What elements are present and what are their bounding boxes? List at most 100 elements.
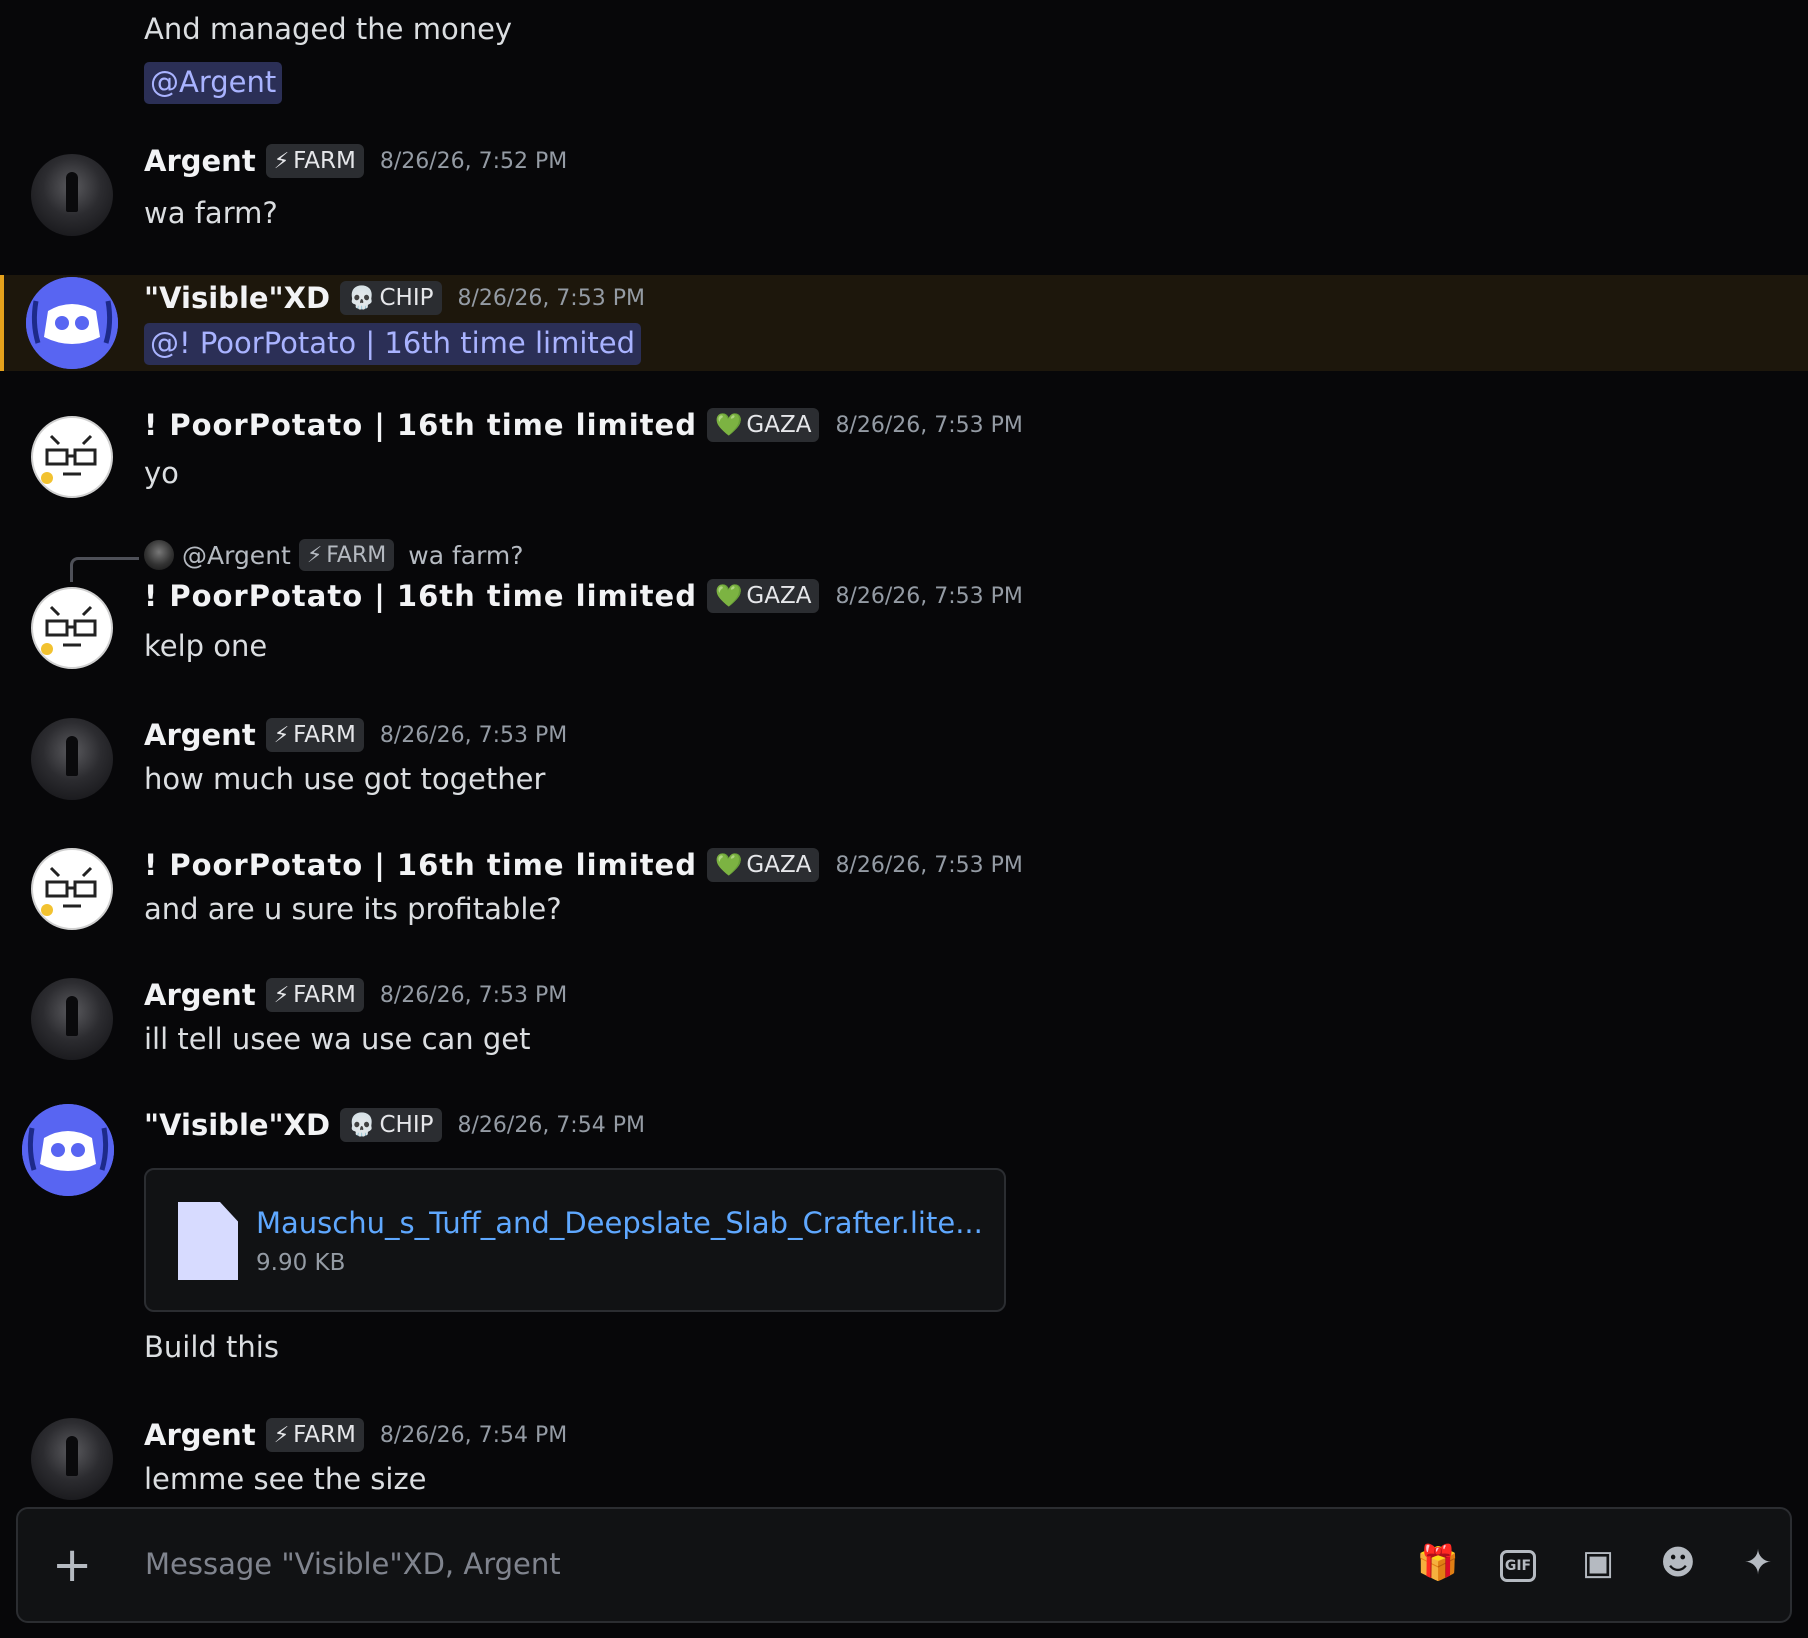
message-header: ! PoorPotato | 16th time limited 💚 GAZA 8… (144, 848, 1023, 882)
message-header: ! PoorPotato | 16th time limited 💚 GAZA 8… (144, 408, 1023, 442)
message-composer: + Message "Visible"XD, Argent 🎁 GIF ▣ ☻ … (16, 1507, 1792, 1623)
avatar[interactable] (31, 848, 113, 930)
clan-tag[interactable]: 💀 CHIP (340, 1108, 442, 1142)
username[interactable]: Argent (144, 978, 256, 1012)
username[interactable]: ! PoorPotato | 16th time limited (144, 579, 697, 613)
message-text: how much use got together (144, 762, 546, 796)
username[interactable]: ! PoorPotato | 16th time limited (144, 408, 697, 442)
message-text: And managed the money (144, 12, 513, 46)
tag-label: FARM (293, 722, 356, 748)
discord-avatar-icon (26, 277, 118, 369)
tag-label: CHIP (379, 285, 434, 311)
green-heart-icon: 💚 (714, 412, 743, 438)
message-header: ! PoorPotato | 16th time limited 💚 GAZA 8… (144, 579, 1023, 613)
avatar[interactable] (31, 587, 113, 669)
clan-tag[interactable]: 💚 GAZA (706, 408, 820, 442)
username[interactable]: ! PoorPotato | 16th time limited (144, 848, 697, 882)
tag-label: FARM (293, 148, 356, 174)
file-name-link[interactable]: Mauschu_s_Tuff_and_Deepslate_Slab_Crafte… (256, 1206, 983, 1240)
timestamp: 8/26/26, 7:53 PM (835, 583, 1023, 609)
tag-label: FARM (293, 982, 356, 1008)
avatar[interactable] (22, 1104, 114, 1196)
gif-icon: GIF (1500, 1550, 1536, 1582)
message-text: Build this (144, 1330, 279, 1364)
gif-label: GIF (1504, 1558, 1532, 1574)
message-header: Argent ⚡ FARM 8/26/26, 7:52 PM (144, 144, 567, 178)
user-mention[interactable]: @! PoorPotato | 16th time limited (144, 323, 642, 365)
username[interactable]: Argent (144, 144, 256, 178)
clan-tag[interactable]: 💚 GAZA (706, 579, 820, 613)
gift-icon[interactable]: 🎁 (1416, 1541, 1460, 1585)
timestamp: 8/26/26, 7:53 PM (457, 285, 645, 311)
cat-glasses-avatar-icon (41, 434, 97, 484)
username[interactable]: Argent (144, 718, 256, 752)
message-item-mentioned: "Visible"XD 💀 CHIP 8/26/26, 7:53 PM @! Po… (0, 275, 1808, 371)
avatar[interactable] (31, 978, 113, 1060)
reply-preview[interactable]: @Argent ⚡ FARM wa farm? (144, 539, 524, 571)
username[interactable]: "Visible"XD (144, 1108, 330, 1142)
timestamp: 8/26/26, 7:53 PM (379, 722, 568, 748)
skull-icon: 💀 (348, 285, 376, 311)
message-header: "Visible"XD 💀 CHIP 8/26/26, 7:54 PM (144, 1108, 645, 1142)
discord-avatar-icon (22, 1104, 114, 1196)
tag-label: GAZA (746, 583, 812, 609)
apps-icon[interactable]: ✦ (1736, 1541, 1780, 1585)
message-text: kelp one (144, 629, 268, 663)
reply-avatar (144, 540, 174, 570)
message-input[interactable]: Message "Visible"XD, Argent (145, 1547, 561, 1581)
lightning-icon: ⚡ (273, 722, 290, 748)
message-text: and are u sure its profitable? (144, 892, 562, 926)
add-attachment-button[interactable]: + (52, 1537, 92, 1593)
tag-label: GAZA (746, 852, 812, 878)
clan-tag[interactable]: 💀 CHIP (340, 281, 442, 315)
message-header: Argent ⚡ FARM 8/26/26, 7:53 PM (144, 718, 567, 752)
reply-mention[interactable]: @Argent (182, 541, 291, 570)
emoji-icon[interactable]: ☻ (1656, 1541, 1700, 1585)
gif-button[interactable]: GIF (1496, 1541, 1540, 1585)
green-heart-icon: 💚 (714, 852, 743, 878)
timestamp: 8/26/26, 7:53 PM (835, 412, 1023, 438)
file-icon (178, 1202, 238, 1280)
tag-label: FARM (326, 542, 387, 568)
clan-tag[interactable]: 💚 GAZA (706, 848, 820, 882)
message-header: "Visible"XD 💀 CHIP 8/26/26, 7:53 PM (144, 281, 645, 315)
tag-label: FARM (293, 1422, 356, 1448)
lightning-icon: ⚡ (306, 542, 323, 568)
avatar[interactable] (26, 277, 118, 369)
avatar[interactable] (31, 1418, 113, 1500)
username[interactable]: Argent (144, 1418, 256, 1452)
lightning-icon: ⚡ (273, 982, 290, 1008)
message-text: lemme see the size (144, 1462, 427, 1496)
timestamp: 8/26/26, 7:53 PM (379, 982, 568, 1008)
timestamp: 8/26/26, 7:52 PM (379, 148, 568, 174)
reply-text: wa farm? (408, 540, 524, 570)
cat-glasses-avatar-icon (41, 866, 97, 916)
message-text: ill tell usee wa use can get (144, 1022, 531, 1056)
tag-label: GAZA (746, 412, 812, 438)
message-text: yo (144, 456, 179, 490)
username[interactable]: "Visible"XD (144, 281, 330, 315)
message-text: wa farm? (144, 196, 278, 230)
avatar[interactable] (31, 718, 113, 800)
clan-tag[interactable]: ⚡ FARM (265, 718, 364, 752)
message-header: Argent ⚡ FARM 8/26/26, 7:53 PM (144, 978, 567, 1012)
user-mention[interactable]: @Argent (144, 62, 283, 104)
file-size: 9.90 KB (256, 1250, 346, 1276)
message-mention: @! PoorPotato | 16th time limited (144, 323, 642, 365)
avatar[interactable] (31, 154, 113, 236)
clan-tag: ⚡ FARM (298, 539, 395, 571)
tag-label: CHIP (379, 1112, 434, 1138)
skull-icon: 💀 (348, 1112, 376, 1138)
reply-spine (70, 557, 139, 582)
lightning-icon: ⚡ (273, 148, 290, 174)
timestamp: 8/26/26, 7:53 PM (835, 852, 1023, 878)
message-list[interactable]: And managed the money @Argent Argent ⚡ FA… (0, 0, 1808, 1500)
file-attachment[interactable]: Mauschu_s_Tuff_and_Deepslate_Slab_Crafte… (144, 1168, 1006, 1312)
cat-glasses-avatar-icon (41, 605, 97, 655)
avatar[interactable] (31, 416, 113, 498)
lightning-icon: ⚡ (273, 1422, 290, 1448)
clan-tag[interactable]: ⚡ FARM (265, 144, 364, 178)
clan-tag[interactable]: ⚡ FARM (265, 978, 364, 1012)
clan-tag[interactable]: ⚡ FARM (265, 1418, 364, 1452)
sticker-icon[interactable]: ▣ (1576, 1541, 1620, 1585)
